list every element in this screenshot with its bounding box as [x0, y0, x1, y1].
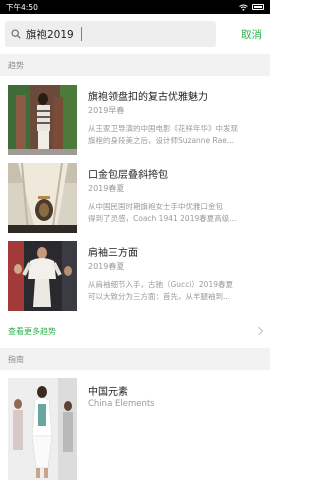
trend-card[interactable]: 旗袍领盘扣的复古优雅魅力 2019早春 从王家卫导演的中国电影《花样年华》中发现…	[0, 85, 270, 163]
wifi-icon	[239, 4, 248, 11]
trend-description: 从肩袖细节入手，古驰（Gucci）2019春夏 可以大致分为三方面：首先，从羊腿…	[88, 279, 264, 303]
battery-icon	[252, 4, 264, 10]
trend-title: 肩袖三方面	[88, 248, 138, 259]
more-trends-link[interactable]: 查看更多趋势	[8, 326, 256, 337]
trend-description-line: 从肩袖细节入手，古驰（Gucci）2019春夏	[88, 280, 233, 289]
search-input[interactable]	[26, 28, 80, 40]
trend-description-line: 旗袍的身段美之后，设计师Suzanne Rae...	[88, 136, 234, 145]
trend-description-line: 从王家卫导演的中国电影《花样年华》中发现	[88, 124, 238, 133]
status-time: 下午4:50	[6, 2, 38, 12]
trend-thumbnail	[8, 163, 77, 233]
trend-description-line: 得到了灵感，Coach 1941 2019春夏高级...	[88, 214, 237, 223]
search-icon	[11, 29, 21, 39]
status-icons	[239, 4, 264, 11]
more-trends-row[interactable]: 查看更多趋势	[0, 320, 270, 342]
trend-description: 从王家卫导演的中国电影《花样年华》中发现 旗袍的身段美之后，设计师Suzanne…	[88, 123, 264, 147]
trend-title: 旗袍领盘扣的复古优雅魅力	[88, 92, 208, 103]
trend-title: 口金包层叠斜挎包	[88, 170, 168, 181]
trend-date: 2019春夏	[88, 184, 125, 193]
guide-subtitle: China Elements	[88, 399, 155, 409]
trend-card[interactable]: 口金包层叠斜挎包 2019春夏 从中国民国时期旗袍女士手中优雅口金包 得到了灵感…	[0, 163, 270, 241]
trend-thumbnail	[8, 85, 77, 155]
cancel-button[interactable]: 取消	[241, 27, 262, 42]
trend-date: 2019春夏	[88, 262, 125, 271]
trend-thumbnail	[8, 241, 77, 311]
status-bar: 下午4:50	[0, 0, 270, 14]
trend-description-line: 从中国民国时期旗袍女士手中优雅口金包	[88, 202, 223, 211]
guide-thumbnail	[8, 378, 77, 480]
guide-card[interactable]: 中国元素 China Elements	[0, 376, 270, 480]
trend-date: 2019早春	[88, 106, 125, 115]
guide-title: 中国元素	[88, 387, 128, 398]
trend-description-line: 可以大致分为三方面：首先，从羊腿袖到...	[88, 292, 231, 301]
chevron-right-icon	[254, 326, 264, 336]
search-box[interactable]	[5, 21, 216, 47]
guide-section-header: 指南	[0, 348, 270, 370]
trend-description: 从中国民国时期旗袍女士手中优雅口金包 得到了灵感，Coach 1941 2019…	[88, 201, 264, 225]
trends-section-header: 趋势	[0, 54, 270, 76]
text-cursor	[81, 27, 82, 41]
search-bar: 取消	[0, 14, 270, 54]
trend-card[interactable]: 肩袖三方面 2019春夏 从肩袖细节入手，古驰（Gucci）2019春夏 可以大…	[0, 241, 270, 319]
